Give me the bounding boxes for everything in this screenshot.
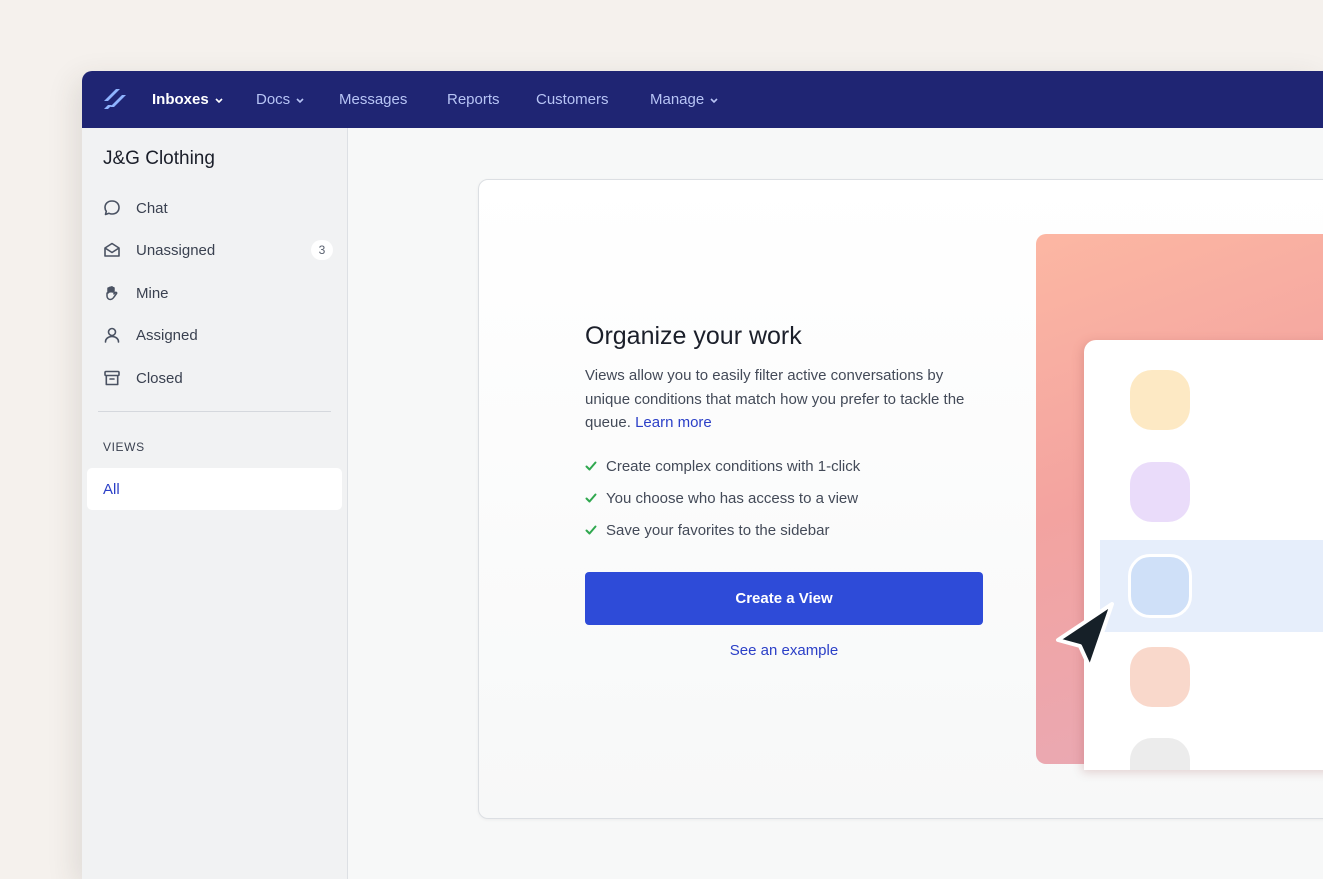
top-nav: Inboxes Docs Messages Reports Customers … xyxy=(82,71,1323,128)
sidebar-item-label: Unassigned xyxy=(136,241,216,259)
sidebar-divider xyxy=(98,411,331,412)
nav-customers[interactable]: Customers xyxy=(536,71,609,128)
view-item-all[interactable]: All xyxy=(87,468,342,510)
nav-docs-label: Docs xyxy=(256,91,291,108)
nav-messages[interactable]: Messages xyxy=(339,71,407,128)
chevron-down-icon xyxy=(296,97,304,103)
learn-more-link[interactable]: Learn more xyxy=(635,414,712,431)
card-title: Organize your work xyxy=(585,322,802,350)
sidebar-item-unassigned[interactable]: Unassigned 3 xyxy=(102,234,333,266)
checkmark-icon xyxy=(585,525,597,535)
logo-icon[interactable] xyxy=(102,85,128,111)
illustration-blob-gray xyxy=(1130,738,1190,770)
see-example-link[interactable]: See an example xyxy=(585,642,983,659)
feature-text: Create complex conditions with 1-click xyxy=(606,457,861,475)
feature-text: Save your favorites to the sidebar xyxy=(606,521,830,539)
sidebar: J&G Clothing Chat Unassigned 3 Mine Assi… xyxy=(82,128,348,879)
create-view-button[interactable]: Create a View xyxy=(585,572,983,625)
chat-bubble-icon xyxy=(102,198,122,218)
nav-manage[interactable]: Manage xyxy=(650,71,719,128)
illustration-blob-purple xyxy=(1130,462,1190,522)
illustration-blob-blue xyxy=(1128,554,1192,618)
card-description: Views allow you to easily filter active … xyxy=(585,364,985,435)
sidebar-item-assigned[interactable]: Assigned xyxy=(102,319,333,351)
sidebar-item-closed[interactable]: Closed xyxy=(102,362,333,394)
workspace-title: J&G Clothing xyxy=(103,148,215,169)
sidebar-item-label: Chat xyxy=(136,199,168,217)
illustration-panel xyxy=(1084,340,1323,770)
nav-manage-label: Manage xyxy=(650,91,705,108)
feature-item: Create complex conditions with 1-click xyxy=(585,456,860,476)
unassigned-count-badge: 3 xyxy=(311,240,333,260)
person-icon xyxy=(102,325,122,345)
chevron-down-icon xyxy=(215,97,223,103)
empty-state-card: Organize your work Views allow you to ea… xyxy=(478,179,1323,819)
sidebar-item-label: Mine xyxy=(136,284,169,302)
feature-text: You choose who has access to a view xyxy=(606,489,859,507)
chevron-down-icon xyxy=(710,97,718,103)
illustration-blob-peach xyxy=(1130,647,1190,707)
sidebar-item-label: Closed xyxy=(136,369,183,387)
nav-customers-label: Customers xyxy=(536,91,609,108)
nav-inboxes-label: Inboxes xyxy=(152,91,209,108)
nav-docs[interactable]: Docs xyxy=(256,71,305,128)
feature-item: Save your favorites to the sidebar xyxy=(585,520,829,540)
views-heading: VIEWS xyxy=(103,440,145,454)
sidebar-item-chat[interactable]: Chat xyxy=(102,192,333,224)
illustration-blob-yellow xyxy=(1130,370,1190,430)
sidebar-item-label: Assigned xyxy=(136,326,198,344)
app-window: Inboxes Docs Messages Reports Customers … xyxy=(82,71,1323,879)
sidebar-item-mine[interactable]: Mine xyxy=(102,277,333,309)
nav-reports-label: Reports xyxy=(447,91,500,108)
open-envelope-icon xyxy=(102,240,122,260)
hand-icon xyxy=(102,283,122,303)
cursor-arrow-icon xyxy=(1056,602,1114,670)
feature-item: You choose who has access to a view xyxy=(585,488,858,508)
archive-box-icon xyxy=(102,368,122,388)
nav-messages-label: Messages xyxy=(339,91,408,108)
checkmark-icon xyxy=(585,461,597,471)
nav-inboxes[interactable]: Inboxes xyxy=(152,71,224,128)
checkmark-icon xyxy=(585,493,597,503)
nav-reports[interactable]: Reports xyxy=(447,71,500,128)
